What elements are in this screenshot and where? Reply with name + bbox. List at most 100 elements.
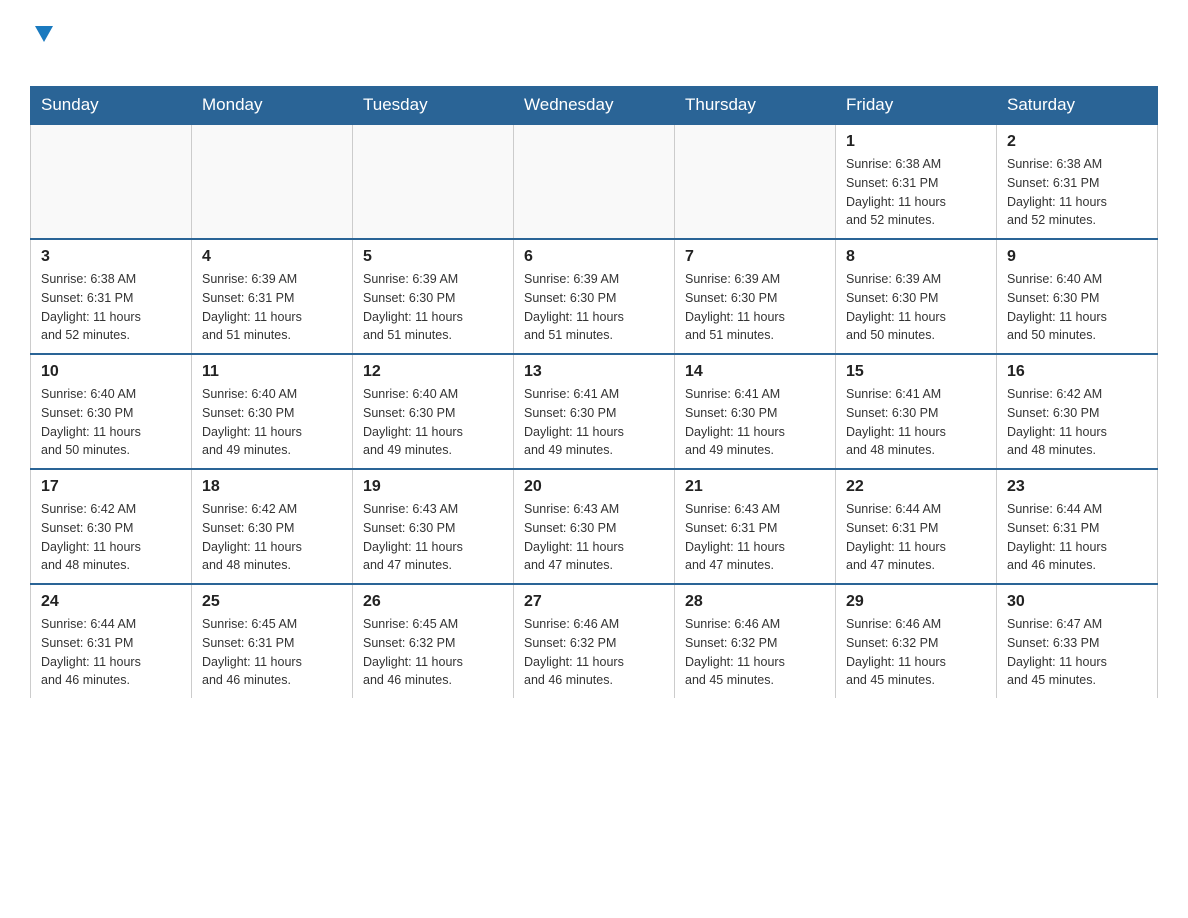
day-info: Sunrise: 6:38 AMSunset: 6:31 PMDaylight:… <box>1007 155 1147 230</box>
calendar-cell <box>192 124 353 239</box>
day-info: Sunrise: 6:40 AMSunset: 6:30 PMDaylight:… <box>202 385 342 460</box>
day-info: Sunrise: 6:44 AMSunset: 6:31 PMDaylight:… <box>41 615 181 690</box>
calendar-week-row: 17 Sunrise: 6:42 AMSunset: 6:30 PMDayligh… <box>31 469 1158 584</box>
calendar-cell: 3 Sunrise: 6:38 AMSunset: 6:31 PMDaylight… <box>31 239 192 354</box>
day-info: Sunrise: 6:38 AMSunset: 6:31 PMDaylight:… <box>846 155 986 230</box>
day-number: 20 <box>524 478 664 496</box>
calendar-cell <box>31 124 192 239</box>
day-number: 4 <box>202 248 342 266</box>
calendar-cell: 11 Sunrise: 6:40 AMSunset: 6:30 PMDayligh… <box>192 354 353 469</box>
day-number: 28 <box>685 593 825 611</box>
calendar-cell <box>353 124 514 239</box>
calendar-cell: 6 Sunrise: 6:39 AMSunset: 6:30 PMDaylight… <box>514 239 675 354</box>
calendar-cell: 27 Sunrise: 6:46 AMSunset: 6:32 PMDayligh… <box>514 584 675 698</box>
calendar-cell: 30Sunrise: 6:47 AMSunset: 6:33 PMDayligh… <box>997 584 1158 698</box>
day-number: 14 <box>685 363 825 381</box>
day-number: 3 <box>41 248 181 266</box>
day-info: Sunrise: 6:41 AMSunset: 6:30 PMDaylight:… <box>685 385 825 460</box>
day-info: Sunrise: 6:44 AMSunset: 6:31 PMDaylight:… <box>846 500 986 575</box>
calendar-cell: 1 Sunrise: 6:38 AMSunset: 6:31 PMDaylight… <box>836 124 997 239</box>
day-number: 2 <box>1007 133 1147 151</box>
weekday-header-monday: Monday <box>192 87 353 125</box>
calendar-cell: 16 Sunrise: 6:42 AMSunset: 6:30 PMDayligh… <box>997 354 1158 469</box>
day-info: Sunrise: 6:45 AMSunset: 6:32 PMDaylight:… <box>363 615 503 690</box>
day-info: Sunrise: 6:45 AMSunset: 6:31 PMDaylight:… <box>202 615 342 690</box>
day-number: 26 <box>363 593 503 611</box>
calendar-cell: 13 Sunrise: 6:41 AMSunset: 6:30 PMDayligh… <box>514 354 675 469</box>
day-info: Sunrise: 6:39 AMSunset: 6:31 PMDaylight:… <box>202 270 342 345</box>
day-number: 17 <box>41 478 181 496</box>
weekday-header-friday: Friday <box>836 87 997 125</box>
weekday-header-wednesday: Wednesday <box>514 87 675 125</box>
page-header <box>30 20 1158 76</box>
day-number: 11 <box>202 363 342 381</box>
day-info: Sunrise: 6:40 AMSunset: 6:30 PMDaylight:… <box>41 385 181 460</box>
day-number: 16 <box>1007 363 1147 381</box>
calendar-cell: 15 Sunrise: 6:41 AMSunset: 6:30 PMDayligh… <box>836 354 997 469</box>
day-info: Sunrise: 6:39 AMSunset: 6:30 PMDaylight:… <box>846 270 986 345</box>
calendar-cell: 23Sunrise: 6:44 AMSunset: 6:31 PMDayligh… <box>997 469 1158 584</box>
calendar-cell: 4 Sunrise: 6:39 AMSunset: 6:31 PMDaylight… <box>192 239 353 354</box>
day-info: Sunrise: 6:42 AMSunset: 6:30 PMDaylight:… <box>202 500 342 575</box>
calendar-cell: 12 Sunrise: 6:40 AMSunset: 6:30 PMDayligh… <box>353 354 514 469</box>
day-number: 21 <box>685 478 825 496</box>
weekday-header-saturday: Saturday <box>997 87 1158 125</box>
calendar-cell <box>514 124 675 239</box>
logo <box>30 20 53 76</box>
day-number: 22 <box>846 478 986 496</box>
calendar-week-row: 1 Sunrise: 6:38 AMSunset: 6:31 PMDaylight… <box>31 124 1158 239</box>
calendar-cell: 14 Sunrise: 6:41 AMSunset: 6:30 PMDayligh… <box>675 354 836 469</box>
weekday-header-sunday: Sunday <box>31 87 192 125</box>
weekday-header-thursday: Thursday <box>675 87 836 125</box>
day-number: 1 <box>846 133 986 151</box>
calendar-week-row: 10 Sunrise: 6:40 AMSunset: 6:30 PMDayligh… <box>31 354 1158 469</box>
day-number: 13 <box>524 363 664 381</box>
day-number: 8 <box>846 248 986 266</box>
calendar-cell: 29 Sunrise: 6:46 AMSunset: 6:32 PMDayligh… <box>836 584 997 698</box>
day-info: Sunrise: 6:46 AMSunset: 6:32 PMDaylight:… <box>846 615 986 690</box>
day-number: 10 <box>41 363 181 381</box>
day-info: Sunrise: 6:39 AMSunset: 6:30 PMDaylight:… <box>363 270 503 345</box>
day-number: 15 <box>846 363 986 381</box>
logo-triangle-icon <box>35 26 53 42</box>
calendar-week-row: 3 Sunrise: 6:38 AMSunset: 6:31 PMDaylight… <box>31 239 1158 354</box>
calendar-cell: 10 Sunrise: 6:40 AMSunset: 6:30 PMDayligh… <box>31 354 192 469</box>
calendar-cell: 7Sunrise: 6:39 AMSunset: 6:30 PMDaylight… <box>675 239 836 354</box>
day-number: 27 <box>524 593 664 611</box>
calendar-table: SundayMondayTuesdayWednesdayThursdayFrid… <box>30 86 1158 698</box>
day-info: Sunrise: 6:40 AMSunset: 6:30 PMDaylight:… <box>363 385 503 460</box>
day-number: 25 <box>202 593 342 611</box>
day-number: 19 <box>363 478 503 496</box>
day-info: Sunrise: 6:41 AMSunset: 6:30 PMDaylight:… <box>524 385 664 460</box>
day-info: Sunrise: 6:43 AMSunset: 6:31 PMDaylight:… <box>685 500 825 575</box>
day-info: Sunrise: 6:39 AMSunset: 6:30 PMDaylight:… <box>524 270 664 345</box>
calendar-week-row: 24 Sunrise: 6:44 AMSunset: 6:31 PMDayligh… <box>31 584 1158 698</box>
day-info: Sunrise: 6:42 AMSunset: 6:30 PMDaylight:… <box>1007 385 1147 460</box>
calendar-cell: 25 Sunrise: 6:45 AMSunset: 6:31 PMDayligh… <box>192 584 353 698</box>
day-info: Sunrise: 6:47 AMSunset: 6:33 PMDaylight:… <box>1007 615 1147 690</box>
day-number: 6 <box>524 248 664 266</box>
calendar-cell: 8 Sunrise: 6:39 AMSunset: 6:30 PMDaylight… <box>836 239 997 354</box>
calendar-cell: 17 Sunrise: 6:42 AMSunset: 6:30 PMDayligh… <box>31 469 192 584</box>
day-info: Sunrise: 6:43 AMSunset: 6:30 PMDaylight:… <box>524 500 664 575</box>
day-info: Sunrise: 6:42 AMSunset: 6:30 PMDaylight:… <box>41 500 181 575</box>
calendar-cell <box>675 124 836 239</box>
calendar-cell: 2 Sunrise: 6:38 AMSunset: 6:31 PMDaylight… <box>997 124 1158 239</box>
day-number: 24 <box>41 593 181 611</box>
day-info: Sunrise: 6:41 AMSunset: 6:30 PMDaylight:… <box>846 385 986 460</box>
calendar-cell: 21 Sunrise: 6:43 AMSunset: 6:31 PMDayligh… <box>675 469 836 584</box>
day-info: Sunrise: 6:44 AMSunset: 6:31 PMDaylight:… <box>1007 500 1147 575</box>
weekday-header-tuesday: Tuesday <box>353 87 514 125</box>
day-number: 29 <box>846 593 986 611</box>
calendar-cell: 28 Sunrise: 6:46 AMSunset: 6:32 PMDayligh… <box>675 584 836 698</box>
day-info: Sunrise: 6:40 AMSunset: 6:30 PMDaylight:… <box>1007 270 1147 345</box>
day-number: 7 <box>685 248 825 266</box>
day-info: Sunrise: 6:43 AMSunset: 6:30 PMDaylight:… <box>363 500 503 575</box>
day-number: 12 <box>363 363 503 381</box>
day-info: Sunrise: 6:46 AMSunset: 6:32 PMDaylight:… <box>524 615 664 690</box>
day-info: Sunrise: 6:38 AMSunset: 6:31 PMDaylight:… <box>41 270 181 345</box>
weekday-header-row: SundayMondayTuesdayWednesdayThursdayFrid… <box>31 87 1158 125</box>
calendar-cell: 22 Sunrise: 6:44 AMSunset: 6:31 PMDayligh… <box>836 469 997 584</box>
calendar-cell: 24 Sunrise: 6:44 AMSunset: 6:31 PMDayligh… <box>31 584 192 698</box>
day-info: Sunrise: 6:46 AMSunset: 6:32 PMDaylight:… <box>685 615 825 690</box>
